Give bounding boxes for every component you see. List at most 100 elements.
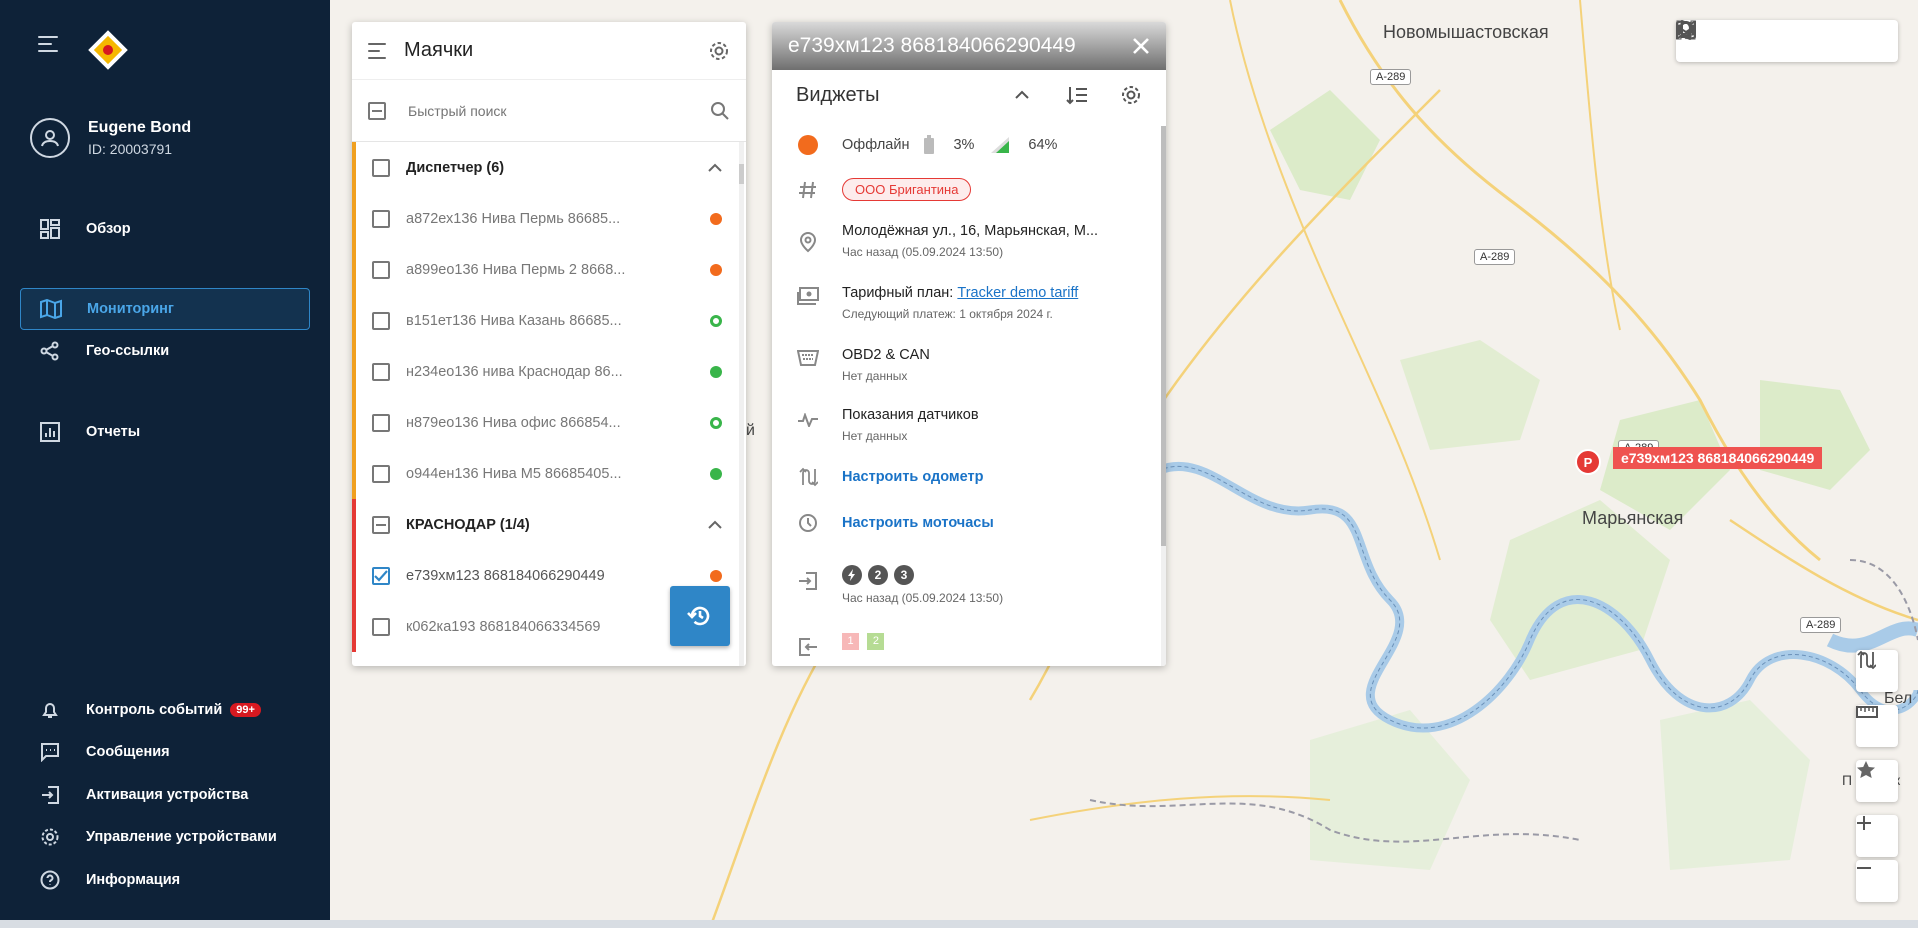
chevron-up-icon[interactable]	[1014, 90, 1030, 100]
close-icon[interactable]	[1132, 37, 1150, 55]
output-indicator: 2	[867, 632, 885, 650]
ruler-icon	[1856, 706, 1878, 718]
menu-collapse-icon[interactable]	[38, 32, 62, 56]
output-icon	[799, 638, 817, 656]
map-icon	[1676, 20, 1696, 40]
list-item[interactable]: а872ех136 Нива Пермь 86685...	[352, 193, 738, 244]
avatar	[30, 118, 70, 158]
group-checkbox[interactable]	[372, 515, 390, 534]
output-indicator: 1	[842, 632, 859, 650]
ruler-button[interactable]	[1856, 705, 1898, 747]
scrollbar[interactable]	[739, 142, 744, 666]
item-checkbox[interactable]	[372, 362, 390, 381]
group-checkbox[interactable]	[372, 158, 390, 177]
group-header-dispatcher[interactable]: Диспетчер (6)	[352, 142, 738, 193]
vehicle-marker[interactable]: Р	[1575, 449, 1601, 475]
history-button[interactable]	[670, 586, 730, 646]
map-type-button[interactable]	[1676, 20, 1887, 57]
beacons-header: Маячки	[352, 22, 746, 80]
nav-item-device-management[interactable]: Управление устройствами	[20, 816, 310, 858]
timer-icon	[799, 514, 817, 532]
company-logo	[88, 30, 128, 70]
gear-icon	[38, 825, 62, 849]
tag-widget: ООО Бригантина	[772, 178, 1158, 201]
nav-item-device-activation[interactable]: Активация устройства	[20, 774, 310, 816]
chevron-up-icon[interactable]	[708, 163, 722, 173]
route-icon	[1857, 650, 1876, 670]
nav-item-geo-links[interactable]: Гео-ссылки	[20, 330, 310, 372]
area-select-button[interactable]	[1676, 20, 1803, 57]
tariff-next-payment: Следующий платеж: 1 октября 2024 г.	[842, 307, 1053, 321]
tariff-link[interactable]: Tracker demo tariff	[957, 285, 1078, 301]
item-label: а872ех136 Нива Пермь 86685...	[406, 210, 621, 227]
sidebar-collapse-button[interactable]	[38, 32, 62, 56]
minus-icon	[1857, 867, 1871, 869]
item-checkbox[interactable]	[372, 311, 390, 330]
organization-tag[interactable]: ООО Бригантина	[842, 178, 972, 201]
item-label: а899ео136 Нива Пермь 2 8668...	[406, 261, 626, 278]
configure-odometer-link[interactable]: Настроить одометр	[842, 469, 983, 485]
nav-item-information[interactable]: Информация	[20, 859, 310, 901]
map-edge-label: П	[1842, 772, 1853, 788]
ignition-indicator	[842, 565, 862, 585]
search-icon[interactable]	[710, 101, 730, 121]
sidebar: Eugene Bond ID: 20003791 Обзор Мониторин…	[0, 0, 330, 928]
widgets-list: Оффлайн 3% 64% ООО Бригантина Молодёжная…	[772, 126, 1158, 666]
search-input[interactable]	[408, 102, 710, 119]
favorites-button[interactable]	[1856, 760, 1898, 802]
nav-item-monitoring[interactable]: Мониторинг	[20, 288, 310, 330]
nav-item-event-control[interactable]: Контроль событий 99+	[20, 689, 310, 731]
item-checkbox[interactable]	[372, 566, 390, 585]
user-profile[interactable]: Eugene Bond ID: 20003791	[30, 118, 191, 158]
object-title: е739хм123 868184066290449	[788, 34, 1076, 57]
item-checkbox[interactable]	[372, 617, 390, 636]
panel-collapse-icon[interactable]	[368, 39, 388, 63]
nav-item-label: Мониторинг	[87, 301, 174, 317]
geozone-button[interactable]	[1678, 21, 1761, 57]
group-header-krasnodar[interactable]: КРАСНОДАР (1/4)	[352, 499, 738, 550]
route-button[interactable]	[1856, 650, 1898, 692]
item-checkbox[interactable]	[372, 464, 390, 483]
checkmark-icon	[374, 569, 388, 582]
scrollbar[interactable]	[1161, 126, 1166, 666]
list-item[interactable]: а899ео136 Нива Пермь 2 8668...	[352, 244, 738, 295]
nav-item-messages[interactable]: Сообщения	[20, 731, 310, 773]
gear-icon[interactable]	[708, 40, 730, 62]
object-panel: е739хм123 868184066290449 Виджеты Оффлай…	[772, 22, 1166, 666]
nav-item-overview[interactable]: Обзор	[20, 208, 310, 250]
item-checkbox[interactable]	[372, 413, 390, 432]
tariff-widget: Тарифный план: Tracker demo tariff Следу…	[772, 285, 1158, 321]
events-count-badge: 99+	[230, 703, 261, 717]
status-dot	[710, 569, 722, 582]
list-item[interactable]: в151ет136 Нива Казань 86685...	[352, 295, 738, 346]
beacons-search-row	[352, 80, 746, 142]
list-item[interactable]: н234ео136 нива Краснодар 86...	[352, 346, 738, 397]
lightning-icon	[848, 569, 855, 581]
vehicle-marker-label[interactable]: е739хм123 868184066290449	[1613, 447, 1823, 469]
sort-icon[interactable]	[1066, 85, 1088, 105]
select-all-checkbox[interactable]	[368, 101, 386, 120]
dashboard-icon	[38, 217, 62, 241]
zoom-out-button[interactable]	[1856, 860, 1898, 902]
item-checkbox[interactable]	[372, 260, 390, 279]
obd-connector-icon	[797, 350, 819, 366]
list-item[interactable]: о944ен136 Нива М5 86685405...	[352, 448, 738, 499]
list-item[interactable]: н879ео136 Нива офис 866854...	[352, 397, 738, 448]
obd-widget: OBD2 & CAN Нет данных	[772, 347, 1158, 383]
nav-item-reports[interactable]: Отчеты	[20, 411, 310, 453]
motohours-widget: Настроить моточасы	[772, 513, 1158, 533]
status-dot	[710, 314, 722, 327]
road-badge: А-289	[1800, 617, 1842, 633]
signal-value: 64%	[1028, 137, 1058, 153]
zoom-in-button[interactable]	[1856, 815, 1898, 857]
configure-motohours-link[interactable]: Настроить моточасы	[842, 515, 994, 531]
item-checkbox[interactable]	[372, 209, 390, 228]
map-edge-label: й	[746, 422, 755, 439]
layers-button[interactable]	[1676, 20, 1845, 57]
login-icon	[38, 783, 62, 807]
gear-icon[interactable]	[1120, 84, 1142, 106]
inputs-time: Час назад (05.09.2024 13:50)	[842, 591, 1004, 605]
chevron-up-icon[interactable]	[708, 520, 722, 530]
nav-item-label: Гео-ссылки	[86, 343, 170, 359]
status-dot	[710, 467, 722, 480]
